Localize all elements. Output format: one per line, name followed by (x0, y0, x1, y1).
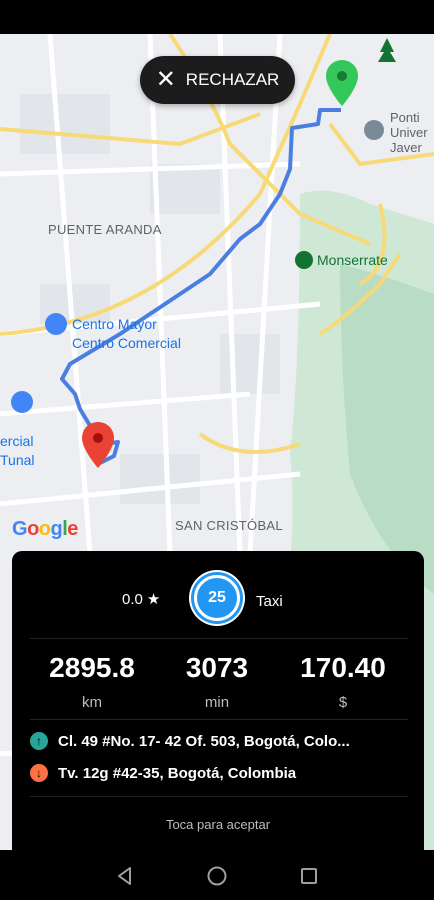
poi-label-centro-mayor[interactable]: Centro Mayor Centro Comercial (72, 315, 181, 353)
price-value: 170.40 (300, 652, 386, 683)
home-icon[interactable] (206, 865, 228, 887)
distance-value: 2895.8 (49, 652, 135, 683)
google-logo: Google (12, 518, 78, 540)
star-icon: ★ (146, 591, 161, 608)
accept-hint[interactable]: Toca para aceptar (12, 817, 424, 832)
pickup-address: Cl. 49 #No. 17- 42 Of. 503, Bogotá, Colo… (58, 732, 350, 750)
poi-label-tunal[interactable]: ercial Tunal (0, 432, 35, 470)
park-label-monserrate[interactable]: Monserrate (317, 252, 388, 268)
pickup-address-row: ↑ Cl. 49 #No. 17- 42 Of. 503, Bogotá, Co… (30, 732, 350, 750)
dropoff-address: Tv. 12g #42-35, Bogotá, Colombia (58, 764, 297, 782)
time-stat: 3073 min (152, 652, 282, 711)
system-nav-bar (0, 851, 434, 900)
map-label-puente-aranda: PUENTE ARANDA (48, 222, 162, 237)
distance-unit: km (82, 694, 102, 711)
poi-label-university[interactable]: Ponti Univer Javer (390, 110, 428, 155)
dropoff-address-row: ↓ Tv. 12g #42-35, Bogotá, Colombia (30, 764, 296, 782)
countdown-timer: 25 (189, 570, 245, 626)
distance-stat: 2895.8 km (27, 652, 157, 711)
service-type: Taxi (256, 593, 283, 610)
time-value: 3073 (185, 652, 249, 683)
map-label-san-cristobal: SAN CRISTÓBAL (175, 518, 283, 533)
rating-value: 0.0 (122, 590, 143, 608)
rating: 0.0 ★ (122, 590, 161, 609)
reject-button[interactable]: ✕ RECHAZAR (140, 56, 295, 104)
close-icon: ✕ (155, 66, 176, 93)
timer-value: 25 (194, 575, 240, 621)
reject-label: RECHAZAR (185, 70, 280, 89)
back-icon[interactable] (114, 865, 136, 887)
price-stat: 170.40 $ (278, 652, 408, 711)
origin-pin-icon (326, 60, 358, 106)
divider (30, 638, 408, 639)
destination-pin-icon (82, 422, 114, 468)
price-unit: $ (338, 694, 348, 711)
divider (30, 796, 408, 797)
time-unit: min (204, 694, 230, 711)
arrow-up-icon: ↑ (30, 732, 48, 750)
status-bar (0, 0, 434, 34)
arrow-down-icon: ↓ (30, 764, 48, 782)
divider (30, 719, 408, 720)
recents-icon[interactable] (298, 865, 320, 887)
